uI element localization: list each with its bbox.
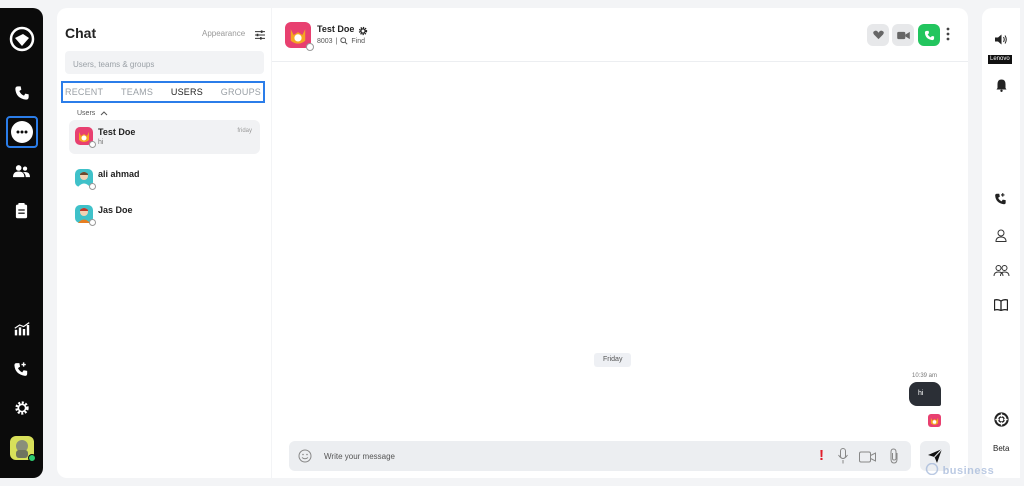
more-options-icon[interactable] bbox=[946, 27, 950, 46]
peer-extension: 8003 bbox=[317, 37, 333, 45]
day-separator: Friday bbox=[594, 353, 632, 367]
presence-indicator bbox=[89, 219, 96, 226]
warning-indicator[interactable]: ! bbox=[819, 447, 824, 464]
fox-avatar-icon bbox=[930, 417, 939, 425]
notes-icon[interactable] bbox=[0, 196, 43, 226]
contact-avatar bbox=[75, 127, 96, 148]
voice-call-button[interactable] bbox=[918, 24, 940, 46]
peer-extension-row: 8003 | Find bbox=[317, 37, 365, 45]
tab-groups[interactable]: GROUPS bbox=[221, 87, 261, 97]
contact-name: ali ahmad bbox=[98, 169, 140, 179]
heart-icon bbox=[872, 30, 884, 40]
microphone-icon[interactable] bbox=[838, 448, 848, 469]
appearance-link[interactable]: Appearance bbox=[202, 29, 245, 38]
peer-avatar[interactable] bbox=[285, 22, 314, 51]
group-label: Users bbox=[77, 110, 96, 117]
phone-icon bbox=[924, 30, 934, 40]
tab-teams[interactable]: TEAMS bbox=[121, 87, 153, 97]
phone-icon[interactable] bbox=[0, 78, 43, 108]
single-user-icon[interactable] bbox=[982, 224, 1020, 246]
left-navigation-rail bbox=[0, 8, 43, 478]
send-paper-plane-icon bbox=[928, 448, 943, 463]
help-lifebuoy-icon[interactable] bbox=[982, 408, 1020, 430]
chat-nav-button[interactable] bbox=[6, 116, 38, 148]
video-attach-icon[interactable] bbox=[859, 450, 876, 468]
message-time: 10:39 am bbox=[912, 373, 938, 379]
contact-avatar bbox=[75, 169, 96, 190]
chat-list-panel: Chat Appearance Users, teams & groups RE… bbox=[57, 8, 271, 478]
contacts-icon[interactable] bbox=[0, 156, 43, 186]
message-input[interactable]: Write your message bbox=[324, 452, 395, 461]
speaker-volume-icon[interactable] bbox=[982, 28, 1020, 50]
separator: | bbox=[335, 37, 338, 45]
search-icon bbox=[340, 37, 348, 45]
favorite-button[interactable] bbox=[867, 24, 889, 46]
attachment-paperclip-icon[interactable] bbox=[889, 448, 899, 469]
presence-indicator bbox=[89, 141, 96, 148]
brand-watermark: business bbox=[925, 462, 995, 477]
last-message-snippet: hi bbox=[98, 139, 104, 146]
contact-name: Jas Doe bbox=[98, 205, 133, 215]
video-camera-icon bbox=[896, 31, 910, 39]
sender-avatar bbox=[928, 414, 941, 427]
contact-avatar bbox=[75, 205, 96, 226]
online-status-dot bbox=[28, 454, 36, 462]
chat-bubble-icon bbox=[11, 121, 33, 143]
chat-tabs: RECENT TEAMS USERS GROUPS bbox=[61, 81, 265, 103]
peer-name: Test Doe bbox=[317, 24, 355, 34]
message-composer: Write your message ! bbox=[289, 441, 911, 471]
call-transfer-icon[interactable] bbox=[982, 188, 1020, 210]
notifications-bell-icon[interactable] bbox=[982, 74, 1020, 96]
video-call-button[interactable] bbox=[892, 24, 914, 46]
emoji-icon[interactable] bbox=[298, 449, 312, 468]
call-transfer-icon[interactable] bbox=[0, 354, 43, 384]
settings-gear-icon[interactable] bbox=[0, 393, 43, 423]
conversation-panel: Test Doe 8003 | Find Friday 10:39 am hi bbox=[272, 8, 968, 478]
audio-device-label: Lenovo bbox=[988, 55, 1012, 64]
conversation-header: Test Doe 8003 | Find bbox=[272, 8, 968, 62]
group-users-icon[interactable] bbox=[982, 259, 1020, 281]
analytics-icon[interactable] bbox=[0, 314, 43, 344]
contact-item[interactable]: ali ahmad bbox=[69, 162, 260, 196]
presence-indicator bbox=[306, 43, 314, 51]
beta-label: Beta bbox=[993, 444, 1010, 453]
contact-name: Test Doe bbox=[98, 127, 136, 137]
chevron-up-icon bbox=[100, 111, 108, 116]
user-avatar[interactable] bbox=[10, 436, 36, 462]
last-message-time: friday bbox=[237, 128, 252, 134]
outgoing-message-bubble[interactable]: hi bbox=[909, 382, 941, 406]
right-toolbar: Lenovo Beta bbox=[982, 8, 1020, 478]
tab-users[interactable]: USERS bbox=[171, 87, 203, 97]
chat-panel-title: Chat bbox=[65, 25, 97, 41]
presence-indicator bbox=[89, 183, 96, 190]
users-group-header[interactable]: Users bbox=[77, 110, 108, 117]
brand-mark-icon bbox=[925, 462, 939, 476]
contact-item[interactable]: Jas Doe bbox=[69, 198, 260, 232]
filter-settings-icon[interactable] bbox=[255, 27, 265, 45]
tab-recent[interactable]: RECENT bbox=[65, 87, 103, 97]
directory-book-icon[interactable] bbox=[982, 294, 1020, 316]
watermark-text: business bbox=[942, 465, 995, 477]
search-input[interactable]: Users, teams & groups bbox=[65, 51, 264, 74]
contact-item[interactable]: Test Doe hi friday bbox=[69, 120, 260, 154]
app-logo-icon[interactable] bbox=[0, 24, 43, 54]
find-link[interactable]: Find bbox=[351, 38, 365, 45]
